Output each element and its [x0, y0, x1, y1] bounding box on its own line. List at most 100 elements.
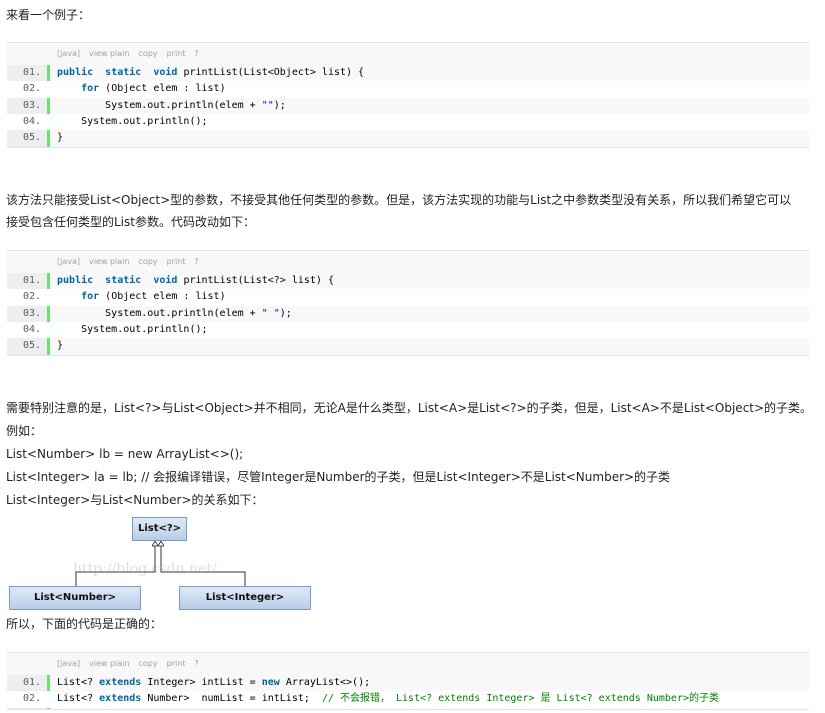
code-line: 05.}: [7, 130, 809, 146]
line-number: 02.: [22, 291, 41, 303]
code-token: );: [279, 307, 292, 319]
code-token: void: [153, 67, 178, 78]
line-number: 04.: [22, 323, 41, 335]
view-plain-link[interactable]: view plain: [89, 257, 129, 266]
code-line: 05.}: [7, 338, 809, 354]
watermark: http://blog.csdn.net/: [73, 561, 217, 577]
print-link[interactable]: print: [167, 659, 186, 668]
code-line: 01. public static void printList(List<?> …: [7, 273, 809, 289]
code-line: 04. System.out.println();: [7, 113, 809, 131]
code-text: System.out.println();: [57, 322, 208, 338]
code-token: static: [105, 67, 142, 78]
help-link[interactable]: ?: [194, 659, 198, 668]
code-token: (Object elem : list): [99, 83, 226, 95]
line-number: 05.: [22, 340, 41, 352]
code-token: public: [57, 275, 94, 286]
line-number: 05.: [22, 132, 41, 144]
code-token: }: [57, 132, 64, 144]
code-text: public static void printList(List<Object…: [57, 65, 364, 81]
code-token: printList(List<Object> list) {: [177, 67, 365, 78]
view-plain-link[interactable]: view plain: [89, 49, 129, 58]
code-token: "": [261, 99, 274, 111]
code-lines: 01. public static void printList(List<Obj…: [7, 65, 809, 146]
code-token: Integer> intList =: [141, 677, 262, 688]
code-token: System.out.println(elem +: [57, 307, 262, 319]
intro-text: 来看一个例子：: [6, 8, 91, 22]
list-wildcard-box: List<?>: [132, 517, 187, 541]
copy-link[interactable]: copy: [138, 49, 157, 58]
paragraph-1-line-2: 接受包含任何类型的List参数。代码改动如下：: [6, 215, 255, 229]
paragraph-2: 需要特别注意的是，List<?>与List<Object>并不相同，无论A是什么…: [6, 401, 813, 415]
help-link[interactable]: ?: [194, 257, 198, 266]
code-token: void: [153, 275, 178, 286]
code-toolbar: [java] view plain copy print?: [7, 251, 809, 273]
paragraph-6: List<Integer>与List<Number>的关系如下：: [6, 493, 264, 507]
view-plain-link[interactable]: view plain: [89, 659, 129, 668]
code-token: System.out.println(elem +: [57, 99, 262, 111]
code-token: extends: [99, 693, 142, 705]
lang-label: [java]: [57, 257, 81, 266]
line-number: 01.: [22, 67, 41, 78]
paragraph-4: List<Number> lb = new ArrayList<>();: [6, 447, 244, 461]
code-token: }: [57, 340, 64, 352]
code-line: 02. for (Object elem : list): [7, 81, 809, 98]
code-token: printList(List<?> list) {: [177, 275, 334, 286]
code-line: 01. public static void printList(List<Obj…: [7, 65, 809, 81]
code-token: );: [273, 99, 286, 111]
code-line: 04. System.out.println();: [7, 321, 809, 339]
code-toolbar: [java] view plain copy print?: [7, 653, 809, 675]
list-integer-box: List<Integer>: [179, 586, 311, 610]
code-token: System.out.println();: [57, 115, 208, 127]
paragraph-1-line-1: 该方法只能接受List<Object>型的参数，不接受其他任何类型的参数。但是，…: [6, 193, 792, 207]
code-token: extends: [99, 677, 142, 688]
code-text: public static void printList(List<?> lis…: [57, 273, 334, 289]
code-token: for: [81, 83, 100, 95]
paragraph-7: 所以，下面的代码是正确的：: [6, 617, 163, 631]
code-toolbar: [java] view plain copy print?: [7, 43, 809, 65]
code-lines: 01. public static void printList(List<?> …: [7, 273, 809, 354]
paragraph-5: List<Integer> la = lb; // 会报编译错误，尽管Integ…: [6, 470, 671, 484]
code-token: (Object elem : list): [99, 291, 226, 303]
line-number: 02.: [22, 693, 41, 705]
code-line: 02. List<? extends Number> numList = intL…: [7, 691, 809, 708]
code-text: }: [57, 338, 63, 354]
code-text: }: [57, 130, 63, 146]
code-text: for (Object elem : list): [57, 289, 226, 305]
code-line: 02. for (Object elem : list): [7, 289, 809, 306]
code-token: ArrayList<>();: [279, 677, 371, 688]
code-block-1: [java] view plain copy print? 01. public sta…: [7, 42, 809, 148]
help-link[interactable]: ?: [194, 49, 198, 58]
code-text: System.out.println();: [57, 114, 208, 130]
code-text: for (Object elem : list): [57, 81, 226, 97]
copy-link[interactable]: copy: [138, 659, 157, 668]
code-token: new: [261, 677, 280, 688]
line-number: 01.: [22, 677, 41, 688]
code-line: 03. System.out.println(elem + "");: [7, 98, 809, 114]
code-token: for: [81, 291, 100, 303]
code-token: static: [105, 275, 142, 286]
code-text: System.out.println(elem + " ");: [57, 306, 292, 322]
code-token: List<?: [57, 677, 100, 688]
code-block-3: [java] view plain copy print? 01. List<? ext…: [7, 652, 809, 710]
line-number: 01.: [22, 275, 41, 286]
code-token: // 不会报错， List<? extends Integer> 是 List<…: [321, 693, 719, 705]
line-number: 03.: [22, 99, 41, 111]
code-text: List<? extends Number> numList = intList…: [57, 691, 719, 707]
code-text: System.out.println(elem + "");: [57, 98, 286, 114]
paragraph-3: 例如：: [6, 424, 43, 438]
line-number: 04.: [22, 115, 41, 127]
code-token: System.out.println();: [57, 323, 208, 335]
line-number: 02.: [22, 83, 41, 95]
lang-label: [java]: [57, 49, 81, 58]
code-token: public: [57, 67, 94, 78]
print-link[interactable]: print: [167, 257, 186, 266]
type-hierarchy-diagram: List<?> List<Number> List<Integer> http:…: [9, 517, 313, 611]
copy-link[interactable]: copy: [138, 257, 157, 266]
print-link[interactable]: print: [167, 49, 186, 58]
